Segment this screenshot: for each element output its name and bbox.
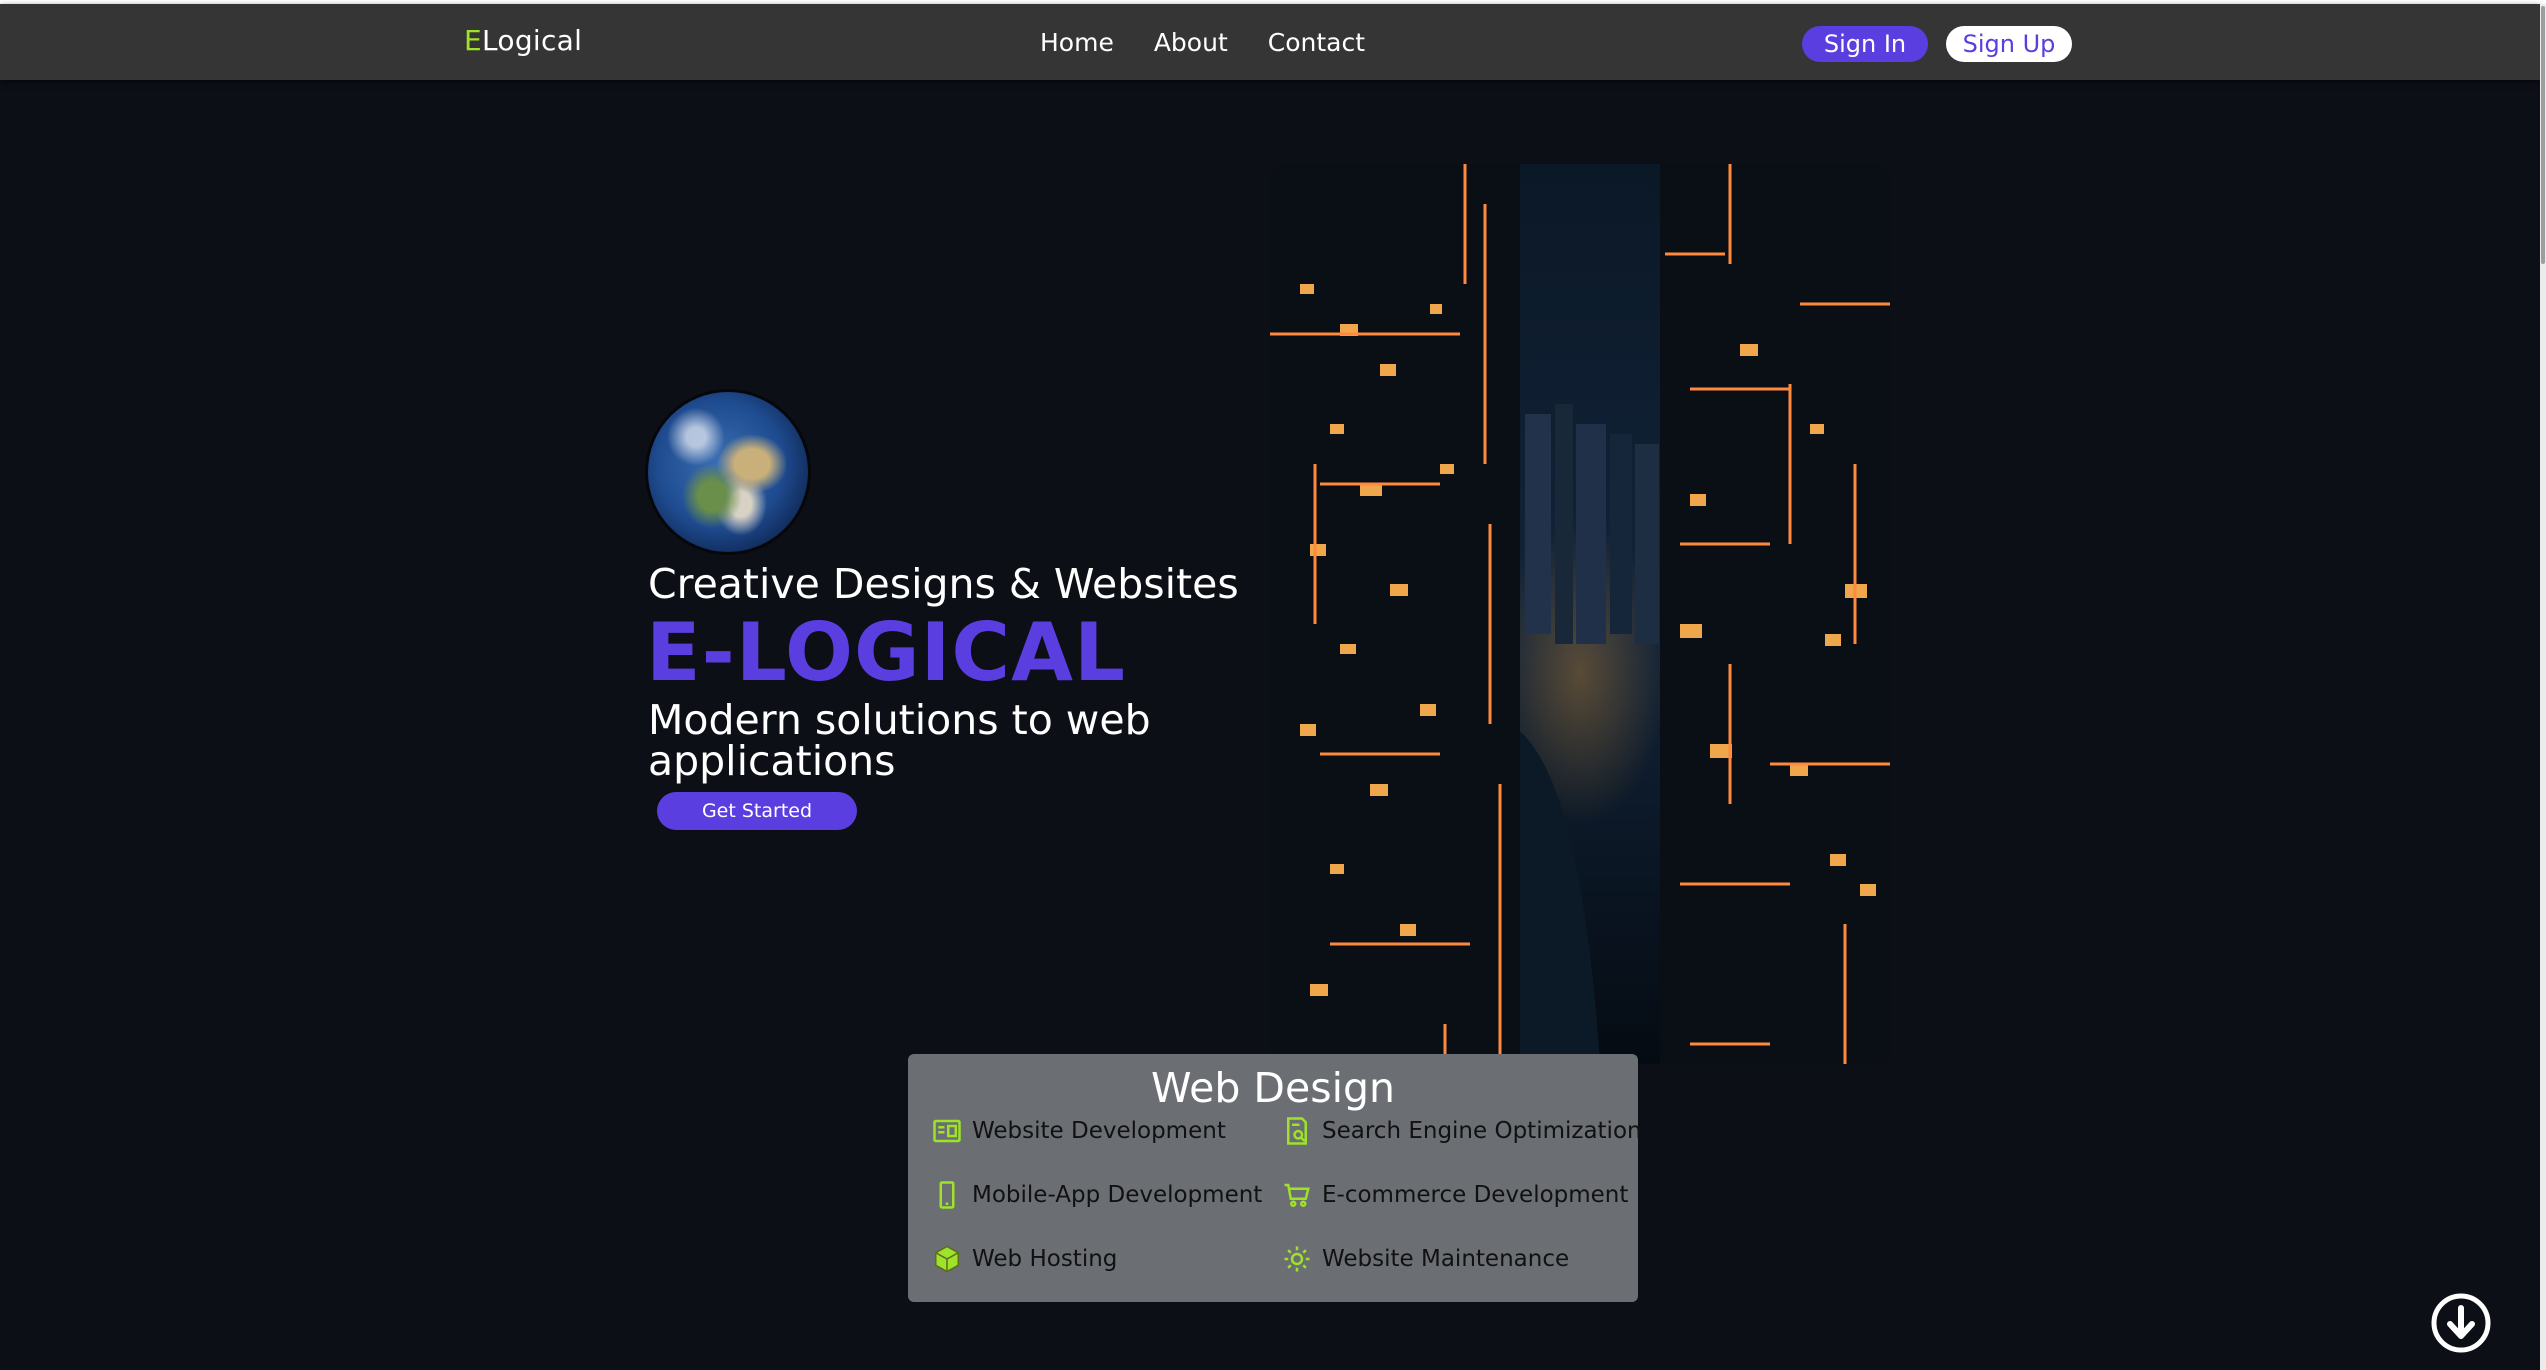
service-website-development[interactable]: Website Development <box>932 1116 1226 1146</box>
service-label: Web Hosting <box>972 1246 1118 1272</box>
gear-icon <box>1284 1246 1310 1272</box>
hosting-icon <box>935 1245 959 1273</box>
city-night-image <box>1270 164 1890 1064</box>
nav-link-contact[interactable]: Contact <box>1268 28 1365 57</box>
service-label: Mobile-App Development <box>972 1182 1263 1208</box>
service-mobile-app[interactable]: Mobile-App Development <box>932 1180 1262 1210</box>
globe-image <box>648 392 808 552</box>
brand-accent: E <box>464 24 482 57</box>
seo-icon <box>1287 1117 1307 1145</box>
service-label: Website Development <box>972 1118 1226 1144</box>
nav-links: Home About Contact <box>1040 28 1365 57</box>
sign-up-button[interactable]: Sign Up <box>1946 26 2072 62</box>
brand-logo[interactable]: ELogical <box>464 24 582 57</box>
service-label: Website Maintenance <box>1322 1246 1570 1272</box>
hero-title: E-LOGICAL <box>646 606 1127 699</box>
hero-description: Modern solutions to web applications <box>648 696 1151 785</box>
brand-name: Logical <box>482 24 583 57</box>
service-seo[interactable]: Search Engine Optimization <box>1282 1116 1642 1146</box>
services-card: Web Design Website Development Search En… <box>908 1054 1642 1302</box>
scrollbar-thumb[interactable] <box>2541 6 2545 264</box>
mobile-icon <box>939 1181 955 1209</box>
website-icon <box>933 1119 961 1143</box>
services-title: Web Design <box>1151 1064 1395 1112</box>
service-website-maintenance[interactable]: Website Maintenance <box>1282 1244 1569 1274</box>
scroll-down-button[interactable] <box>2430 1292 2492 1354</box>
service-ecommerce[interactable]: E-commerce Development <box>1282 1180 1628 1210</box>
service-web-hosting[interactable]: Web Hosting <box>932 1244 1117 1274</box>
hero-subtitle: Creative Designs & Websites <box>648 560 1239 608</box>
cart-icon <box>1284 1183 1310 1207</box>
get-started-button[interactable]: Get Started <box>657 792 857 830</box>
service-label: E-commerce Development <box>1322 1182 1629 1208</box>
arrow-down-circle-icon <box>2431 1293 2491 1353</box>
nav-link-about[interactable]: About <box>1154 28 1228 57</box>
navbar: ELogical Home About Contact Sign In Sign… <box>0 4 2540 80</box>
service-label: Search Engine Optimization <box>1322 1118 1642 1144</box>
nav-link-home[interactable]: Home <box>1040 28 1114 57</box>
sign-in-button[interactable]: Sign In <box>1802 26 1928 62</box>
